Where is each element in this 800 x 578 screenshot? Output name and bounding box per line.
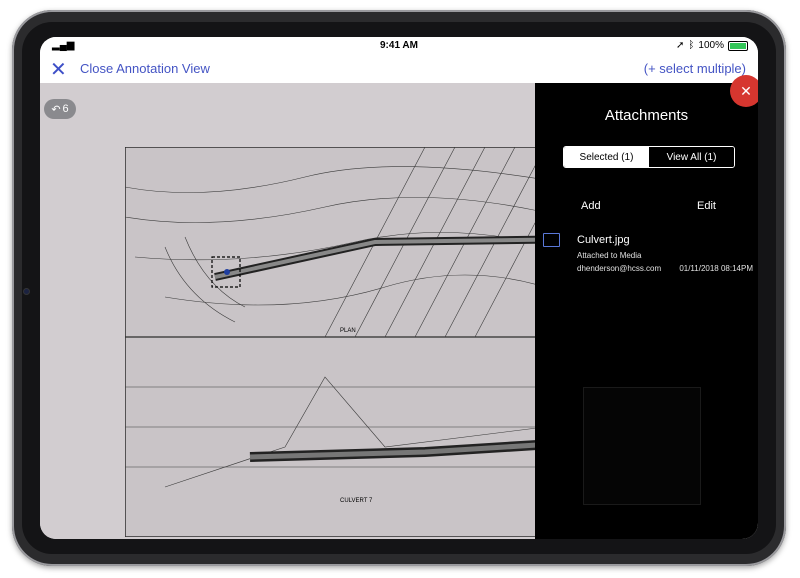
- attachment-email: dhenderson@hcss.com: [577, 264, 662, 273]
- drawing-plan-caption: PLAN: [340, 328, 356, 334]
- undo-icon: ↶: [51, 103, 61, 116]
- close-annotation-view-button[interactable]: Close Annotation View: [80, 61, 210, 76]
- undo-count: 6: [62, 103, 69, 115]
- status-bar: ▂▄▆ 9:41 AM ➚ ᛒ 100%: [40, 37, 758, 55]
- attachment-subtitle: Attached to Media: [577, 251, 642, 260]
- location-icon: ➚: [676, 40, 685, 51]
- attachment-row[interactable]: Culvert.jpg Attached to Media dhenderson…: [543, 233, 753, 273]
- attachment-preview-shadow: [583, 387, 701, 505]
- close-panel-button[interactable]: ✕: [730, 75, 758, 107]
- document-viewer[interactable]: ↶ 6 PLAN CULVERT 7: [40, 83, 535, 539]
- select-multiple-button[interactable]: (+ select multiple): [644, 61, 746, 76]
- nav-bar: ✕ Close Annotation View (+ select multip…: [40, 55, 758, 84]
- battery-percent: 100%: [698, 40, 724, 51]
- attachments-panel: ✕ Attachments Selected (1) View All (1) …: [535, 75, 758, 539]
- battery-icon: [728, 40, 748, 51]
- tab-selected[interactable]: Selected (1): [564, 147, 649, 167]
- close-icon[interactable]: ✕: [50, 57, 67, 82]
- panel-title: Attachments: [604, 107, 689, 124]
- edit-attachments-button[interactable]: Edit: [697, 200, 716, 212]
- attachments-segmented-control: Selected (1) View All (1): [563, 146, 735, 168]
- camera-icon: [23, 288, 30, 295]
- attachment-date: 01/11/2018 08:14PM: [679, 264, 753, 273]
- status-right: ➚ ᛒ 100%: [676, 40, 748, 51]
- engineering-drawing: PLAN CULVERT 7: [125, 147, 535, 537]
- tab-view-all[interactable]: View All (1): [649, 147, 734, 167]
- screen: ▂▄▆ 9:41 AM ➚ ᛒ 100% ✕ Close Annotation …: [40, 37, 758, 539]
- attachment-filename: Culvert.jpg: [577, 234, 630, 246]
- add-attachment-button[interactable]: Add: [581, 200, 601, 212]
- status-time: 9:41 AM: [380, 40, 418, 51]
- undo-button[interactable]: ↶ 6: [44, 99, 76, 119]
- bluetooth-icon: ᛒ: [688, 40, 695, 51]
- drawing-culvert-label: CULVERT 7: [340, 498, 373, 504]
- image-file-icon: [543, 233, 560, 247]
